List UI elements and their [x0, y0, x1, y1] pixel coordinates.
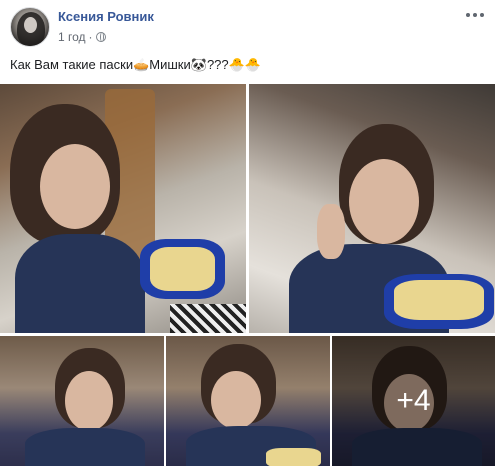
post-header: Ксения Ровник 1 год · — [0, 0, 495, 48]
photo-food — [266, 448, 321, 466]
photo-child-face — [40, 144, 110, 229]
more-photos-overlay[interactable]: +4 — [332, 336, 495, 466]
photo-child-face — [349, 159, 419, 244]
photo-child-face — [65, 371, 113, 431]
photo-hand — [317, 204, 345, 259]
photo-food — [394, 280, 484, 320]
photo-2[interactable] — [249, 84, 495, 333]
more-dot — [466, 13, 470, 17]
more-photos-count: +4 — [396, 384, 431, 417]
photo-child-shirt — [15, 234, 145, 333]
globe-icon[interactable] — [95, 32, 106, 42]
post-text: Как Вам такие паски🥧Мишки🐼???🐣🐣 — [10, 57, 262, 72]
photo-4[interactable] — [166, 336, 330, 466]
photo-1[interactable] — [0, 84, 246, 333]
more-options-icon[interactable] — [465, 8, 485, 22]
photo-food — [150, 247, 215, 291]
photo-child-shirt — [25, 428, 145, 466]
avatar[interactable] — [10, 7, 50, 47]
photo-child-face — [211, 371, 261, 429]
photo-3[interactable] — [0, 336, 164, 466]
photo-5[interactable]: +4 — [332, 336, 495, 466]
timestamp-link[interactable]: 1 год — [58, 30, 86, 44]
meta-separator: · — [88, 30, 93, 44]
post-meta: 1 год · — [58, 30, 106, 44]
avatar-face — [24, 17, 37, 33]
author-name-link[interactable]: Ксения Ровник — [58, 9, 154, 24]
more-dot — [480, 13, 484, 17]
photo-tablecloth — [170, 304, 246, 333]
more-dot — [473, 13, 477, 17]
